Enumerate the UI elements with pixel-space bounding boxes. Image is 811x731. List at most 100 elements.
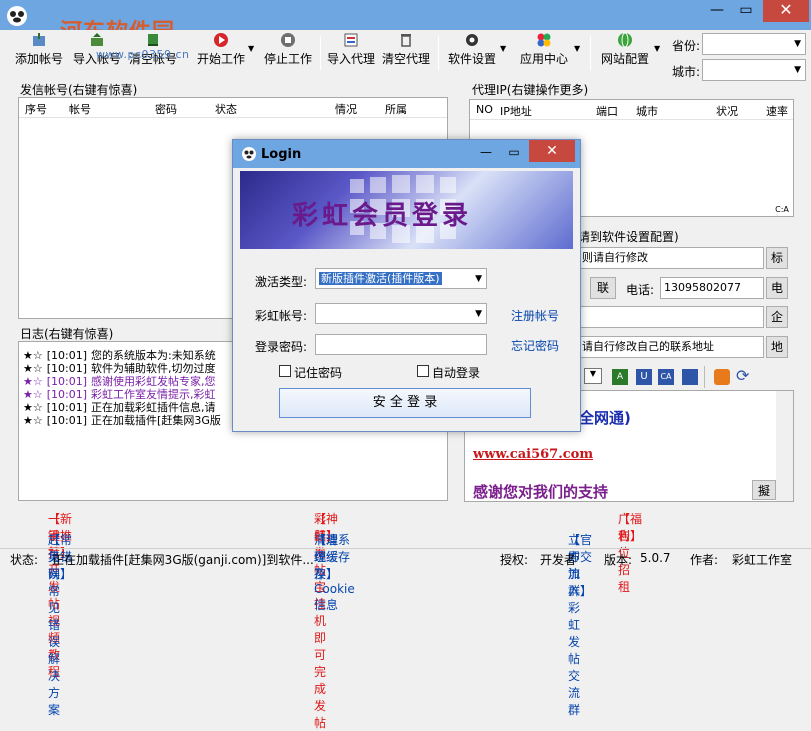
watermark-url: www.pc0359.cn [96, 48, 190, 61]
log-time: [10:01] [46, 349, 88, 362]
content-url[interactable]: www.cai567.com [473, 447, 593, 462]
content-scrollbar[interactable] [776, 391, 793, 501]
font-icon[interactable]: A [612, 369, 628, 385]
log-star: ★☆ [23, 349, 43, 362]
site-config-button[interactable]: 网站配置 [598, 32, 652, 67]
add-account-icon [33, 33, 45, 46]
col-account[interactable]: 帐号 [69, 101, 91, 117]
status-text: 正在加载插件[赶集网3G版(ganji.com)]到软件... [52, 553, 314, 567]
col-ip[interactable]: IP地址 [500, 103, 532, 119]
add-account-button[interactable]: 添加帐号 [14, 32, 64, 67]
log-text: 软件为辅助软件,切勿过度 [91, 362, 216, 375]
col-index[interactable]: 序号 [25, 101, 47, 117]
log-text: 正在加载插件[赶集网3G版 [91, 414, 221, 427]
version-label: 版本: [604, 553, 633, 567]
log-time: [10:01] [46, 414, 88, 427]
autologin-checkbox[interactable] [417, 365, 429, 377]
log-text: 彩虹工作室友情提示,彩虹 [91, 388, 216, 401]
login-banner: 彩虹会员登录 [240, 171, 573, 249]
toolbar-divider [320, 36, 321, 70]
settings-dropdown-caret[interactable]: ▼ [500, 44, 506, 53]
auth-value: 开发者 [540, 553, 577, 567]
app-center-button[interactable]: 应用中心 [518, 32, 570, 67]
stop-work-button[interactable]: 停止工作 [262, 32, 314, 67]
col-city[interactable]: 城市 [636, 103, 658, 119]
log-star: ★☆ [23, 375, 43, 388]
content-small-button[interactable]: 擬 [752, 480, 776, 500]
col-port[interactable]: 端口 [596, 103, 618, 119]
col-situation[interactable]: 情况 [335, 101, 357, 117]
title-field[interactable]: 则请自行修改 [578, 247, 764, 269]
autologin-label: 自动登录 [432, 366, 481, 380]
account-label: 彩虹帐号: [255, 309, 308, 323]
close-button[interactable]: ✕ [763, 0, 809, 22]
proxy-resize-icon: C:A [775, 205, 789, 214]
software-settings-button[interactable]: 软件设置 [446, 32, 498, 67]
status-bar: 状态: 正在加载插件[赶集网3G版(ganji.com)]到软件... 授权: … [0, 548, 811, 576]
col-status[interactable]: 状态 [215, 101, 237, 117]
province-select[interactable]: ▼ [702, 33, 806, 55]
password-input[interactable] [315, 334, 487, 355]
login-title: Login [261, 147, 302, 162]
app-center-icon [537, 33, 551, 47]
remember-checkbox[interactable] [279, 365, 291, 377]
minimize-button[interactable]: — [704, 0, 730, 22]
forgot-password-link[interactable]: 忘记密码 [511, 337, 559, 354]
image-icon[interactable] [682, 369, 698, 385]
promo-links: 【新手推荐】 一键打开发帖视频教程 【神器】 彩虹发帖宝挂机即可完成发帖 【福利】广… [48, 512, 643, 730]
login-maximize-button[interactable]: ▭ [501, 144, 527, 162]
login-minimize-button[interactable]: — [473, 144, 499, 162]
settings-gear-icon[interactable] [714, 369, 730, 385]
log-line: ★☆ [10:01] 彩虹工作室友情提示,彩虹 [23, 388, 255, 401]
color-dropdown[interactable]: ▼ [584, 368, 602, 384]
content-thanks: 感谢您对我们的支持 [473, 483, 609, 501]
log-list: ★☆ [10:01] 您的系统版本为:未知系统 ★☆ [10:01] 软件为辅助软件,切勿… [23, 349, 255, 427]
case-icon[interactable]: CA [658, 369, 674, 385]
col-speed[interactable]: 速率 [766, 103, 788, 119]
login-close-button[interactable]: ✕ [529, 140, 575, 162]
refresh-icon[interactable]: ⟳ [736, 367, 754, 385]
col-password[interactable]: 密码 [155, 101, 177, 117]
version-value: 5.0.7 [640, 551, 671, 565]
import-proxy-button[interactable]: 导入代理 [326, 32, 376, 67]
col-no[interactable]: NO [476, 103, 493, 116]
author-label: 作者: [690, 553, 719, 567]
clear-proxy-button[interactable]: 清空代理 [380, 32, 432, 67]
log-time: [10:01] [46, 375, 88, 388]
remember-label: 记住密码 [294, 366, 343, 380]
maximize-button[interactable]: ▭ [733, 0, 759, 22]
log-star: ★☆ [23, 362, 43, 375]
login-dialog: Login — ▭ ✕ 彩虹会员登录 激活类型: 新版插件激活(插件版本) ▼ … [232, 139, 581, 432]
login-submit-button[interactable]: 安 全 登 录 [279, 388, 531, 418]
app-center-dropdown-caret[interactable]: ▼ [574, 44, 580, 53]
author-value: 彩虹工作室 [732, 553, 793, 567]
login-title-bar[interactable]: Login — ▭ ✕ [233, 140, 580, 168]
config-hint: 请到软件设置配置) [578, 230, 679, 244]
col-condition[interactable]: 状况 [716, 103, 738, 119]
tel-input[interactable]: 13095802077 [660, 277, 764, 299]
activation-select[interactable]: 新版插件激活(插件版本) ▼ [315, 268, 487, 289]
tel-button[interactable]: 电 [766, 277, 788, 299]
underline-icon[interactable]: U [636, 369, 652, 385]
col-owner[interactable]: 所属 [385, 101, 407, 117]
title-button[interactable]: 标 [766, 247, 788, 269]
contact-button[interactable]: 联 [590, 277, 616, 299]
globe-icon [618, 32, 632, 48]
account-select[interactable]: ▼ [315, 303, 487, 324]
register-link[interactable]: 注册帐号 [511, 307, 559, 324]
editor-divider [704, 366, 705, 388]
log-line: ★☆ [10:01] 您的系统版本为:未知系统 [23, 349, 255, 362]
company-button[interactable]: 企 [766, 306, 788, 328]
address-button[interactable]: 地 [766, 336, 788, 358]
start-dropdown-caret[interactable]: ▼ [248, 44, 254, 53]
status-label: 状态: [10, 553, 39, 567]
city-select[interactable]: ▼ [702, 59, 806, 81]
company-field[interactable] [578, 306, 764, 328]
address-field[interactable]: 请自行修改自己的联系地址 [578, 336, 764, 358]
site-config-dropdown-caret[interactable]: ▼ [654, 44, 660, 53]
start-work-button[interactable]: 开始工作 [196, 32, 246, 67]
accounts-group-title: 发信帐号(右键有惊喜) [20, 83, 138, 97]
import-account-icon [91, 33, 103, 46]
login-banner-text: 彩虹会员登录 [292, 201, 473, 231]
clear-account-icon [148, 34, 158, 46]
